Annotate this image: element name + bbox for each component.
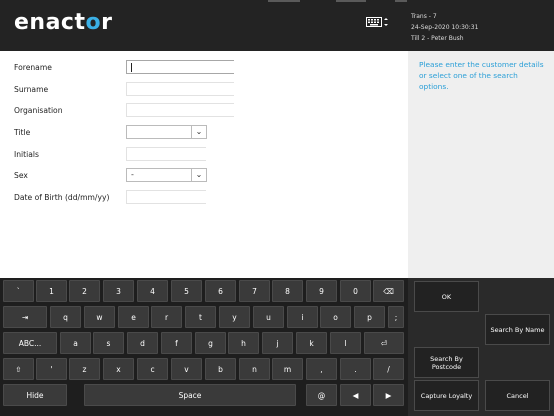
surname-input[interactable] — [126, 82, 234, 96]
dob-label: Date of Birth (dd/mm/yy) — [14, 193, 110, 202]
key-z[interactable]: z — [69, 358, 100, 380]
key-h[interactable]: h — [228, 332, 259, 354]
keyboard-icon[interactable] — [366, 15, 388, 29]
surname-row: Surname — [0, 82, 400, 100]
enactor-logo: enactor — [14, 10, 113, 35]
trans-number: Trans - 7 — [411, 13, 437, 20]
key-j[interactable]: j — [262, 332, 293, 354]
top-strip — [395, 0, 407, 2]
tab-key[interactable]: ⇥ — [3, 306, 47, 328]
key-4[interactable]: 4 — [137, 280, 168, 302]
right-arrow-key[interactable]: ▶ — [373, 384, 404, 406]
key-r[interactable]: r — [151, 306, 182, 328]
key-o[interactable]: o — [320, 306, 351, 328]
key-g[interactable]: g — [195, 332, 226, 354]
key-comma[interactable]: , — [306, 358, 337, 380]
date-time: 24-Sep-2020 10:30:31 — [411, 24, 479, 31]
key-i[interactable]: i — [287, 306, 318, 328]
key-k[interactable]: k — [296, 332, 327, 354]
key-2[interactable]: 2 — [69, 280, 100, 302]
search-by-postcode-button[interactable]: Search By Postcode — [414, 347, 479, 378]
key-9[interactable]: 9 — [306, 280, 337, 302]
key-x[interactable]: x — [103, 358, 134, 380]
till-operator: Till 2 - Peter Bush — [411, 35, 464, 42]
chevron-down-icon[interactable]: ⌄ — [191, 169, 206, 181]
sex-value: - — [131, 170, 134, 179]
ok-button[interactable]: OK — [414, 281, 479, 312]
key-a[interactable]: a — [60, 332, 91, 354]
initials-row: Initials — [0, 147, 400, 165]
transaction-info: Trans - 7 24-Sep-2020 10:30:31 Till 2 - … — [411, 11, 478, 44]
key-8[interactable]: 8 — [272, 280, 303, 302]
sex-row: Sex - ⌄ — [0, 168, 400, 186]
key-p[interactable]: p — [354, 306, 385, 328]
key-3[interactable]: 3 — [103, 280, 134, 302]
sex-label: Sex — [14, 171, 28, 180]
key-n[interactable]: n — [239, 358, 270, 380]
shift-key[interactable]: ⇧ — [3, 358, 34, 380]
key-w[interactable]: w — [84, 306, 115, 328]
key-semicolon[interactable]: ; — [388, 306, 404, 328]
key-u[interactable]: u — [253, 306, 284, 328]
key-backtick[interactable]: ` — [3, 280, 34, 302]
key-m[interactable]: m — [272, 358, 303, 380]
chevron-down-icon[interactable]: ⌄ — [191, 126, 206, 138]
key-apostrophe[interactable]: ' — [36, 358, 67, 380]
key-c[interactable]: c — [137, 358, 168, 380]
capture-loyalty-button[interactable]: Capture Loyalty — [414, 380, 479, 411]
key-t[interactable]: t — [185, 306, 216, 328]
search-by-name-button[interactable]: Search By Name — [485, 314, 550, 345]
title-select[interactable]: ⌄ — [126, 125, 207, 139]
initials-label: Initials — [14, 150, 39, 159]
cancel-button[interactable]: Cancel — [485, 380, 550, 411]
sex-select[interactable]: - ⌄ — [126, 168, 207, 182]
hint-text: Please enter the customer details or sel… — [419, 60, 544, 91]
initials-input[interactable] — [126, 147, 206, 161]
abc-key[interactable]: ABC... — [3, 332, 57, 354]
key-0[interactable]: 0 — [340, 280, 371, 302]
key-v[interactable]: v — [171, 358, 202, 380]
top-strip — [268, 0, 300, 2]
enter-key[interactable]: ⏎ — [364, 332, 404, 354]
forename-input[interactable] — [126, 60, 234, 74]
key-period[interactable]: . — [340, 358, 371, 380]
key-1[interactable]: 1 — [36, 280, 67, 302]
text-cursor — [131, 63, 132, 72]
key-s[interactable]: s — [93, 332, 124, 354]
key-5[interactable]: 5 — [171, 280, 202, 302]
key-l[interactable]: l — [330, 332, 361, 354]
dob-row: Date of Birth (dd/mm/yy) — [0, 190, 400, 208]
on-screen-keyboard: ` 1 2 3 4 5 6 7 8 9 0 ⌫ ⇥ q w e r t y u … — [0, 278, 408, 416]
key-at[interactable]: @ — [306, 384, 337, 406]
hide-keyboard-button[interactable]: Hide — [3, 384, 67, 406]
forename-row: Forename — [0, 60, 400, 78]
key-slash[interactable]: / — [373, 358, 404, 380]
key-7[interactable]: 7 — [239, 280, 270, 302]
organisation-label: Organisation — [14, 106, 63, 115]
hint-panel: Please enter the customer details or sel… — [408, 51, 554, 278]
key-d[interactable]: d — [127, 332, 158, 354]
key-e[interactable]: e — [118, 306, 149, 328]
key-6[interactable]: 6 — [205, 280, 236, 302]
action-panel: OK Search By Name Search By Postcode Cap… — [408, 278, 554, 416]
organisation-input[interactable] — [126, 103, 234, 117]
space-key[interactable]: Space — [84, 384, 296, 406]
title-label: Title — [14, 128, 31, 137]
customer-form: Forename Surname Organisation Title ⌄ In… — [0, 51, 408, 278]
dob-input[interactable] — [126, 190, 206, 204]
top-bar: enactor Trans - 7 24-Sep-2020 10:30:31 T… — [0, 0, 554, 51]
key-b[interactable]: b — [205, 358, 236, 380]
forename-label: Forename — [14, 63, 52, 72]
key-q[interactable]: q — [50, 306, 81, 328]
top-strip — [336, 0, 366, 2]
left-arrow-key[interactable]: ◀ — [340, 384, 371, 406]
organisation-row: Organisation — [0, 103, 400, 121]
key-f[interactable]: f — [161, 332, 192, 354]
backspace-key[interactable]: ⌫ — [373, 280, 404, 302]
surname-label: Surname — [14, 85, 49, 94]
key-y[interactable]: y — [219, 306, 250, 328]
title-row: Title ⌄ — [0, 125, 400, 143]
